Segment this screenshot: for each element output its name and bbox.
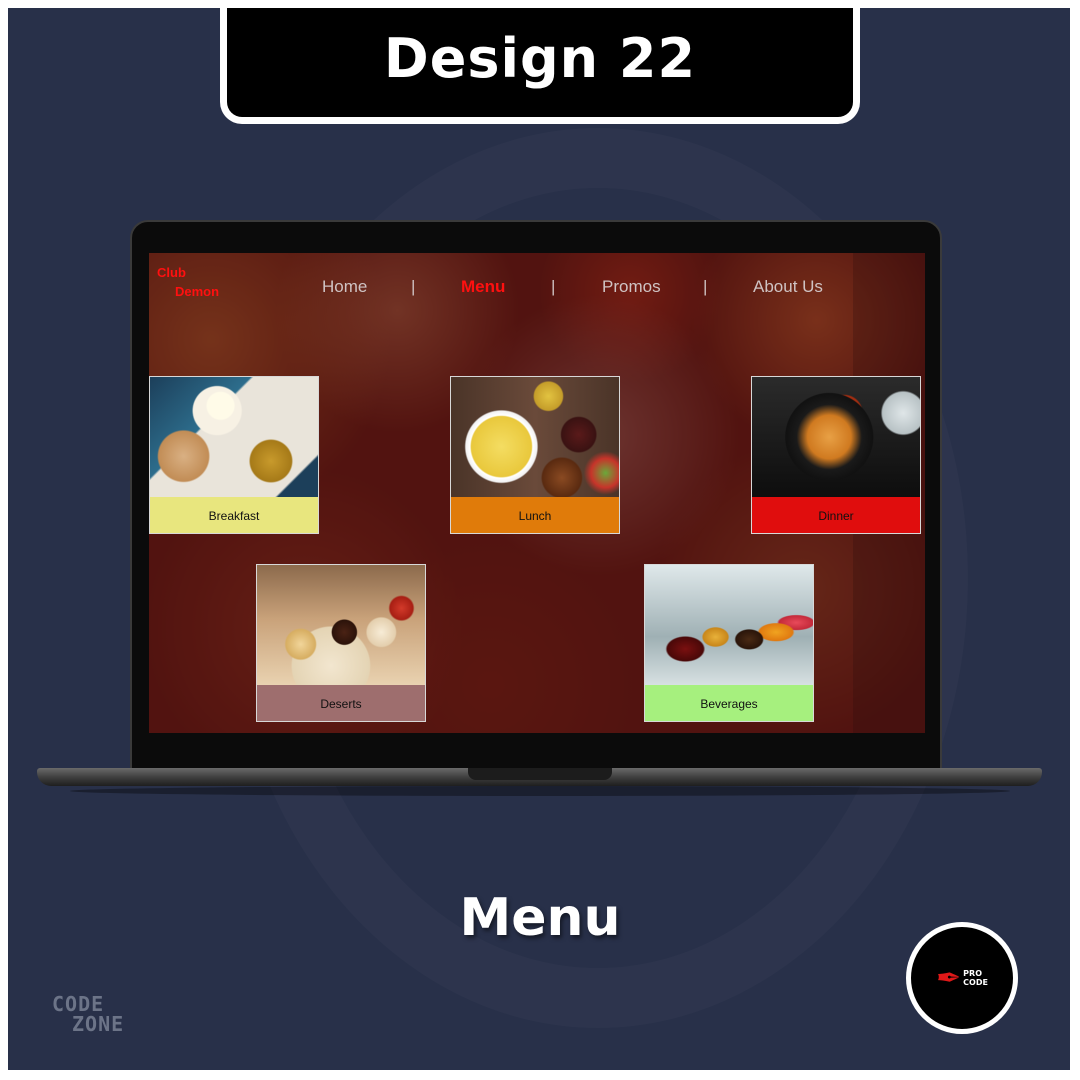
nav-separator: | [551,277,556,296]
deserts-image [257,565,425,685]
menu-card-label: Breakfast [150,497,318,533]
nav-menu[interactable]: Menu [461,277,505,297]
menu-card-label: Beverages [645,685,813,721]
pro-code-logo-icon: ✒ [936,960,962,996]
poster-title: Design 22 [383,27,697,90]
logo-line1: PRO [963,969,982,978]
title-banner: Design 22 [220,8,860,124]
menu-card-label: Lunch [451,497,619,533]
laptop-notch [468,768,612,780]
menu-card-breakfast[interactable]: Breakfast [149,376,319,534]
nav-separator: | [703,277,708,296]
lunch-image [451,377,619,497]
dinner-image [752,377,920,497]
laptop-shadow [70,786,1010,796]
menu-card-lunch[interactable]: Lunch [450,376,620,534]
nav-home[interactable]: Home [322,277,367,297]
menu-card-label: Dinner [752,497,920,533]
nav-separator: | [411,277,416,296]
watermark-line1: CODE [52,992,105,1016]
nav-about-us[interactable]: About Us [753,277,823,297]
pro-code-logo: ✒ PRO CODE [906,922,1018,1034]
watermark-line2: ZONE [72,1012,125,1036]
menu-card-deserts[interactable]: Deserts [256,564,426,722]
main-navigation: Home | Menu | Promos | About Us [149,277,925,301]
menu-card-beverages[interactable]: Beverages [644,564,814,722]
code-zone-watermark: CODE ZONE [52,994,124,1034]
nav-promos[interactable]: Promos [602,277,661,297]
poster-caption: Menu [459,888,621,948]
breakfast-image [150,377,318,497]
logo-line2: CODE [963,978,988,987]
menu-card-label: Deserts [257,685,425,721]
pro-code-logo-text: PRO CODE [963,969,988,987]
beverages-image [645,565,813,685]
menu-card-dinner[interactable]: Dinner [751,376,921,534]
website-screen: Club Demon Home | Menu | Promos | About … [149,253,925,733]
